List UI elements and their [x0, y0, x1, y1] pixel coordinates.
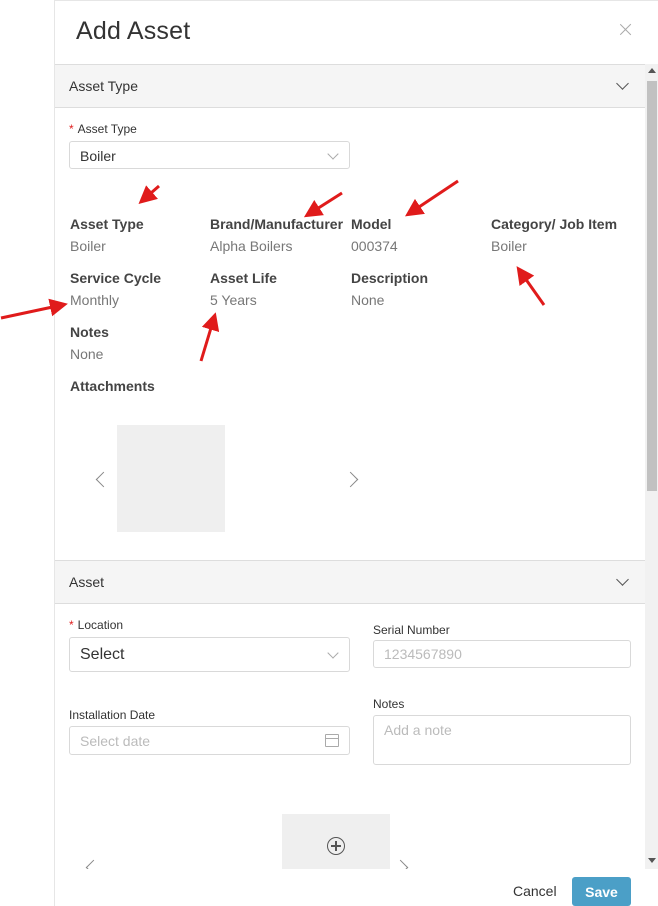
chevron-down-icon: [616, 573, 629, 586]
scroll-down-icon[interactable]: [648, 858, 656, 863]
detail-asset-type-label: Asset Type: [70, 216, 144, 232]
asset-type-field-label: * Asset Type: [69, 122, 137, 136]
carousel-next-icon[interactable]: [392, 859, 409, 869]
close-icon[interactable]: [617, 21, 635, 39]
modal-body[interactable]: Asset Type * Asset Type Boiler Asset Type…: [55, 64, 658, 869]
required-marker: *: [69, 618, 74, 632]
attachment-thumbnail[interactable]: [117, 425, 225, 532]
installation-date-label: Installation Date: [69, 708, 156, 722]
serial-number-input[interactable]: [373, 640, 631, 668]
location-select[interactable]: Select: [69, 637, 350, 672]
detail-category-label: Category/ Job Item: [491, 216, 618, 232]
chevron-down-icon: [327, 647, 339, 659]
asset-type-select-value: Boiler: [80, 148, 116, 164]
save-button[interactable]: Save: [572, 877, 631, 906]
detail-service-cycle-label: Service Cycle: [70, 270, 162, 286]
detail-asset-life-value: 5 Years: [210, 292, 257, 308]
detail-asset-life-label: Asset Life: [210, 270, 277, 286]
scroll-up-icon[interactable]: [648, 68, 656, 73]
section-title: Asset Type: [69, 78, 139, 94]
detail-service-cycle-value: Monthly: [70, 292, 120, 308]
location-select-value: Select: [80, 646, 125, 663]
detail-brand-label: Brand/Manufacturer: [210, 216, 344, 232]
section-title: Asset: [69, 574, 105, 590]
asset-type-select[interactable]: Boiler: [69, 141, 350, 169]
asset-type-label-text: Asset Type: [77, 122, 137, 136]
cancel-button[interactable]: Cancel: [505, 879, 565, 903]
asset-type-section-header[interactable]: Asset Type: [55, 64, 645, 108]
detail-asset-type-value: Boiler: [70, 238, 106, 254]
chevron-down-icon: [616, 77, 629, 90]
location-field-label: * Location: [69, 618, 123, 632]
notes-textarea[interactable]: [373, 715, 631, 765]
add-asset-modal: Add Asset Asset Type * Asset Type Boiler …: [54, 0, 658, 906]
installation-date-input[interactable]: [70, 727, 320, 754]
scrollbar-thumb[interactable]: [647, 81, 657, 491]
modal-title: Add Asset: [76, 17, 191, 45]
installation-date-picker[interactable]: [69, 726, 350, 755]
carousel-prev-icon[interactable]: [95, 471, 112, 488]
detail-description-value: None: [351, 292, 385, 308]
chevron-down-icon: [327, 148, 339, 160]
asset-section-header[interactable]: Asset: [55, 560, 645, 604]
notes-label: Notes: [373, 697, 405, 711]
carousel-next-icon[interactable]: [342, 471, 359, 488]
carousel-prev-icon[interactable]: [85, 859, 102, 869]
required-marker: *: [69, 122, 74, 136]
detail-description-label: Description: [351, 270, 429, 286]
upload-attachment-area[interactable]: [282, 814, 390, 869]
detail-model-label: Model: [351, 216, 392, 232]
detail-attachments-label: Attachments: [70, 378, 155, 394]
calendar-icon: [325, 734, 339, 747]
detail-brand-value: Alpha Boilers: [210, 238, 293, 254]
location-label-text: Location: [77, 618, 124, 632]
modal-footer: Cancel Save: [55, 869, 658, 906]
arrow-service-cycle: [0, 298, 68, 320]
detail-category-value: Boiler: [491, 238, 527, 254]
detail-notes-value: None: [70, 346, 104, 362]
serial-number-label: Serial Number: [373, 623, 450, 637]
detail-notes-label: Notes: [70, 324, 109, 340]
detail-model-value: 000374: [351, 238, 398, 254]
add-circle-icon[interactable]: [327, 837, 345, 855]
